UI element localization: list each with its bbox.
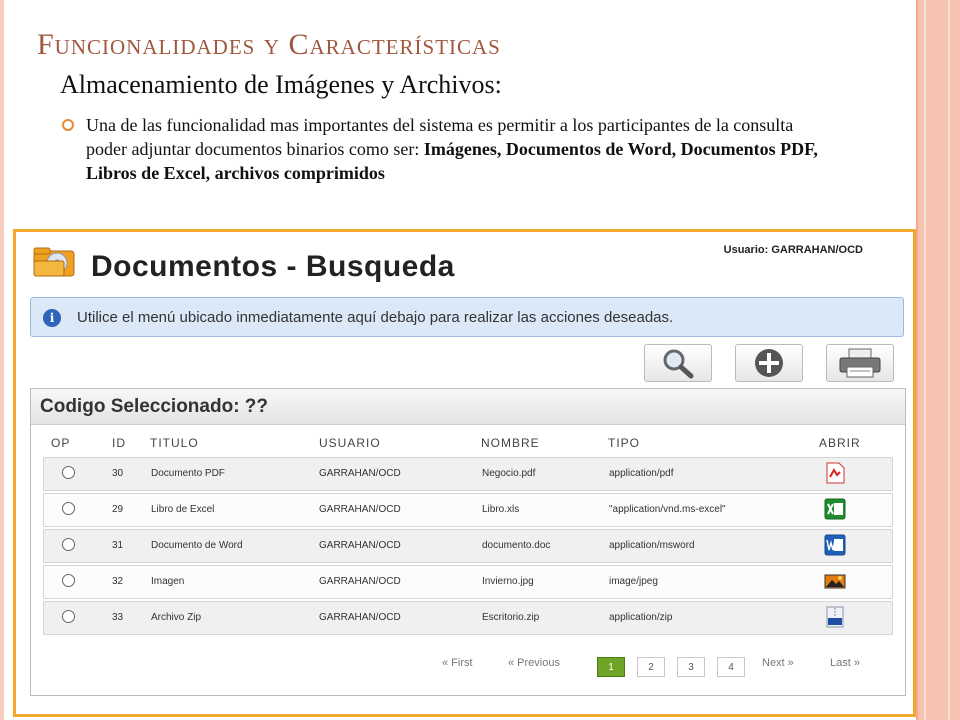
column-header-tipo: TIPO bbox=[608, 436, 641, 450]
info-bar: i Utilice el menú ubicado inmediatamente… bbox=[30, 297, 904, 337]
bullet-item: Una de las funcionalidad mas importantes… bbox=[62, 113, 822, 185]
cell-usuario: GARRAHAN/OCD bbox=[319, 468, 401, 479]
magnifier-icon bbox=[663, 349, 694, 379]
pager-last[interactable]: Last » bbox=[830, 657, 860, 669]
folder-cd-icon bbox=[33, 247, 75, 277]
panel-header: Codigo Seleccionado: ?? bbox=[31, 389, 905, 425]
table-row: 30 Documento PDF GARRAHAN/OCD Negocio.pd… bbox=[43, 457, 893, 491]
pager-first[interactable]: « First bbox=[442, 657, 473, 669]
page-3-button[interactable]: 3 bbox=[677, 657, 705, 677]
pdf-icon[interactable] bbox=[824, 462, 846, 484]
info-icon: i bbox=[43, 309, 61, 327]
cell-id: 31 bbox=[112, 540, 124, 551]
cell-nombre: Negocio.pdf bbox=[482, 468, 536, 479]
slide-title: Funcionalidades y Características bbox=[37, 28, 501, 61]
cell-tipo: "application/vnd.ms-excel" bbox=[609, 504, 726, 515]
pager-next[interactable]: Next » bbox=[762, 657, 794, 669]
page-1-button[interactable]: 1 bbox=[597, 657, 625, 677]
table-row: 32 Imagen GARRAHAN/OCD Invierno.jpg imag… bbox=[43, 565, 893, 599]
results-panel: Codigo Seleccionado: ?? OP ID TITULO USU… bbox=[30, 388, 906, 696]
cell-id: 32 bbox=[112, 576, 124, 587]
cell-usuario: GARRAHAN/OCD bbox=[319, 576, 401, 587]
cell-usuario: GARRAHAN/OCD bbox=[319, 612, 401, 623]
column-header-usuario: USUARIO bbox=[319, 436, 381, 450]
table-row: 29 Libro de Excel GARRAHAN/OCD Libro.xls… bbox=[43, 493, 893, 527]
column-header-op: OP bbox=[51, 436, 71, 450]
column-header-abrir: ABRIR bbox=[819, 436, 861, 450]
cell-id: 33 bbox=[112, 612, 124, 623]
cell-titulo: Imagen bbox=[151, 576, 185, 587]
cell-nombre: documento.doc bbox=[482, 540, 551, 551]
column-header-nombre: NOMBRE bbox=[481, 436, 540, 450]
print-button[interactable] bbox=[826, 344, 894, 382]
page-4-button[interactable]: 4 bbox=[717, 657, 745, 677]
cell-id: 29 bbox=[112, 504, 124, 515]
column-header-id: ID bbox=[112, 436, 126, 450]
plus-circle-icon bbox=[755, 349, 783, 377]
panel-title: Codigo Seleccionado: ?? bbox=[40, 396, 269, 417]
cell-nombre: Invierno.jpg bbox=[482, 576, 534, 587]
zip-icon[interactable] bbox=[824, 606, 846, 628]
cell-tipo: application/msword bbox=[609, 540, 695, 551]
word-icon[interactable] bbox=[824, 534, 846, 556]
cell-titulo: Archivo Zip bbox=[151, 612, 202, 623]
cell-titulo: Documento PDF bbox=[151, 468, 225, 479]
cell-tipo: application/zip bbox=[609, 612, 673, 623]
row-radio[interactable] bbox=[62, 574, 75, 587]
slide-left-border bbox=[0, 0, 4, 720]
row-radio[interactable] bbox=[62, 538, 75, 551]
printer-icon bbox=[839, 348, 881, 378]
add-button[interactable] bbox=[735, 344, 803, 382]
app-title: Documentos - Busqueda bbox=[91, 250, 455, 283]
cell-tipo: application/pdf bbox=[609, 468, 674, 479]
search-button[interactable] bbox=[644, 344, 712, 382]
column-header-titulo: TITULO bbox=[150, 436, 199, 450]
cell-id: 30 bbox=[112, 468, 124, 479]
page-2-button[interactable]: 2 bbox=[637, 657, 665, 677]
cell-usuario: GARRAHAN/OCD bbox=[319, 540, 401, 551]
table-row: 31 Documento de Word GARRAHAN/OCD docume… bbox=[43, 529, 893, 563]
cell-tipo: image/jpeg bbox=[609, 576, 658, 587]
pager-previous[interactable]: « Previous bbox=[508, 657, 560, 669]
row-radio[interactable] bbox=[62, 466, 75, 479]
image-icon[interactable] bbox=[824, 570, 846, 592]
row-radio[interactable] bbox=[62, 502, 75, 515]
info-message: Utilice el menú ubicado inmediatamente a… bbox=[77, 309, 674, 326]
excel-icon[interactable] bbox=[824, 498, 846, 520]
table-row: 33 Archivo Zip GARRAHAN/OCD Escritorio.z… bbox=[43, 601, 893, 635]
cell-nombre: Escritorio.zip bbox=[482, 612, 540, 623]
cell-titulo: Documento de Word bbox=[151, 540, 243, 551]
app-screenshot: Documentos - Busqueda Usuario: GARRAHAN/… bbox=[13, 229, 916, 717]
row-radio[interactable] bbox=[62, 610, 75, 623]
slide-right-decoration bbox=[916, 0, 960, 720]
cell-nombre: Libro.xls bbox=[482, 504, 520, 515]
bullet-text: Una de las funcionalidad mas importantes… bbox=[86, 113, 822, 185]
user-label: Usuario: GARRAHAN/OCD bbox=[723, 244, 863, 256]
bullet-icon bbox=[62, 119, 74, 131]
cell-titulo: Libro de Excel bbox=[151, 504, 215, 515]
slide-subtitle: Almacenamiento de Imágenes y Archivos: bbox=[60, 70, 502, 99]
cell-usuario: GARRAHAN/OCD bbox=[319, 504, 401, 515]
